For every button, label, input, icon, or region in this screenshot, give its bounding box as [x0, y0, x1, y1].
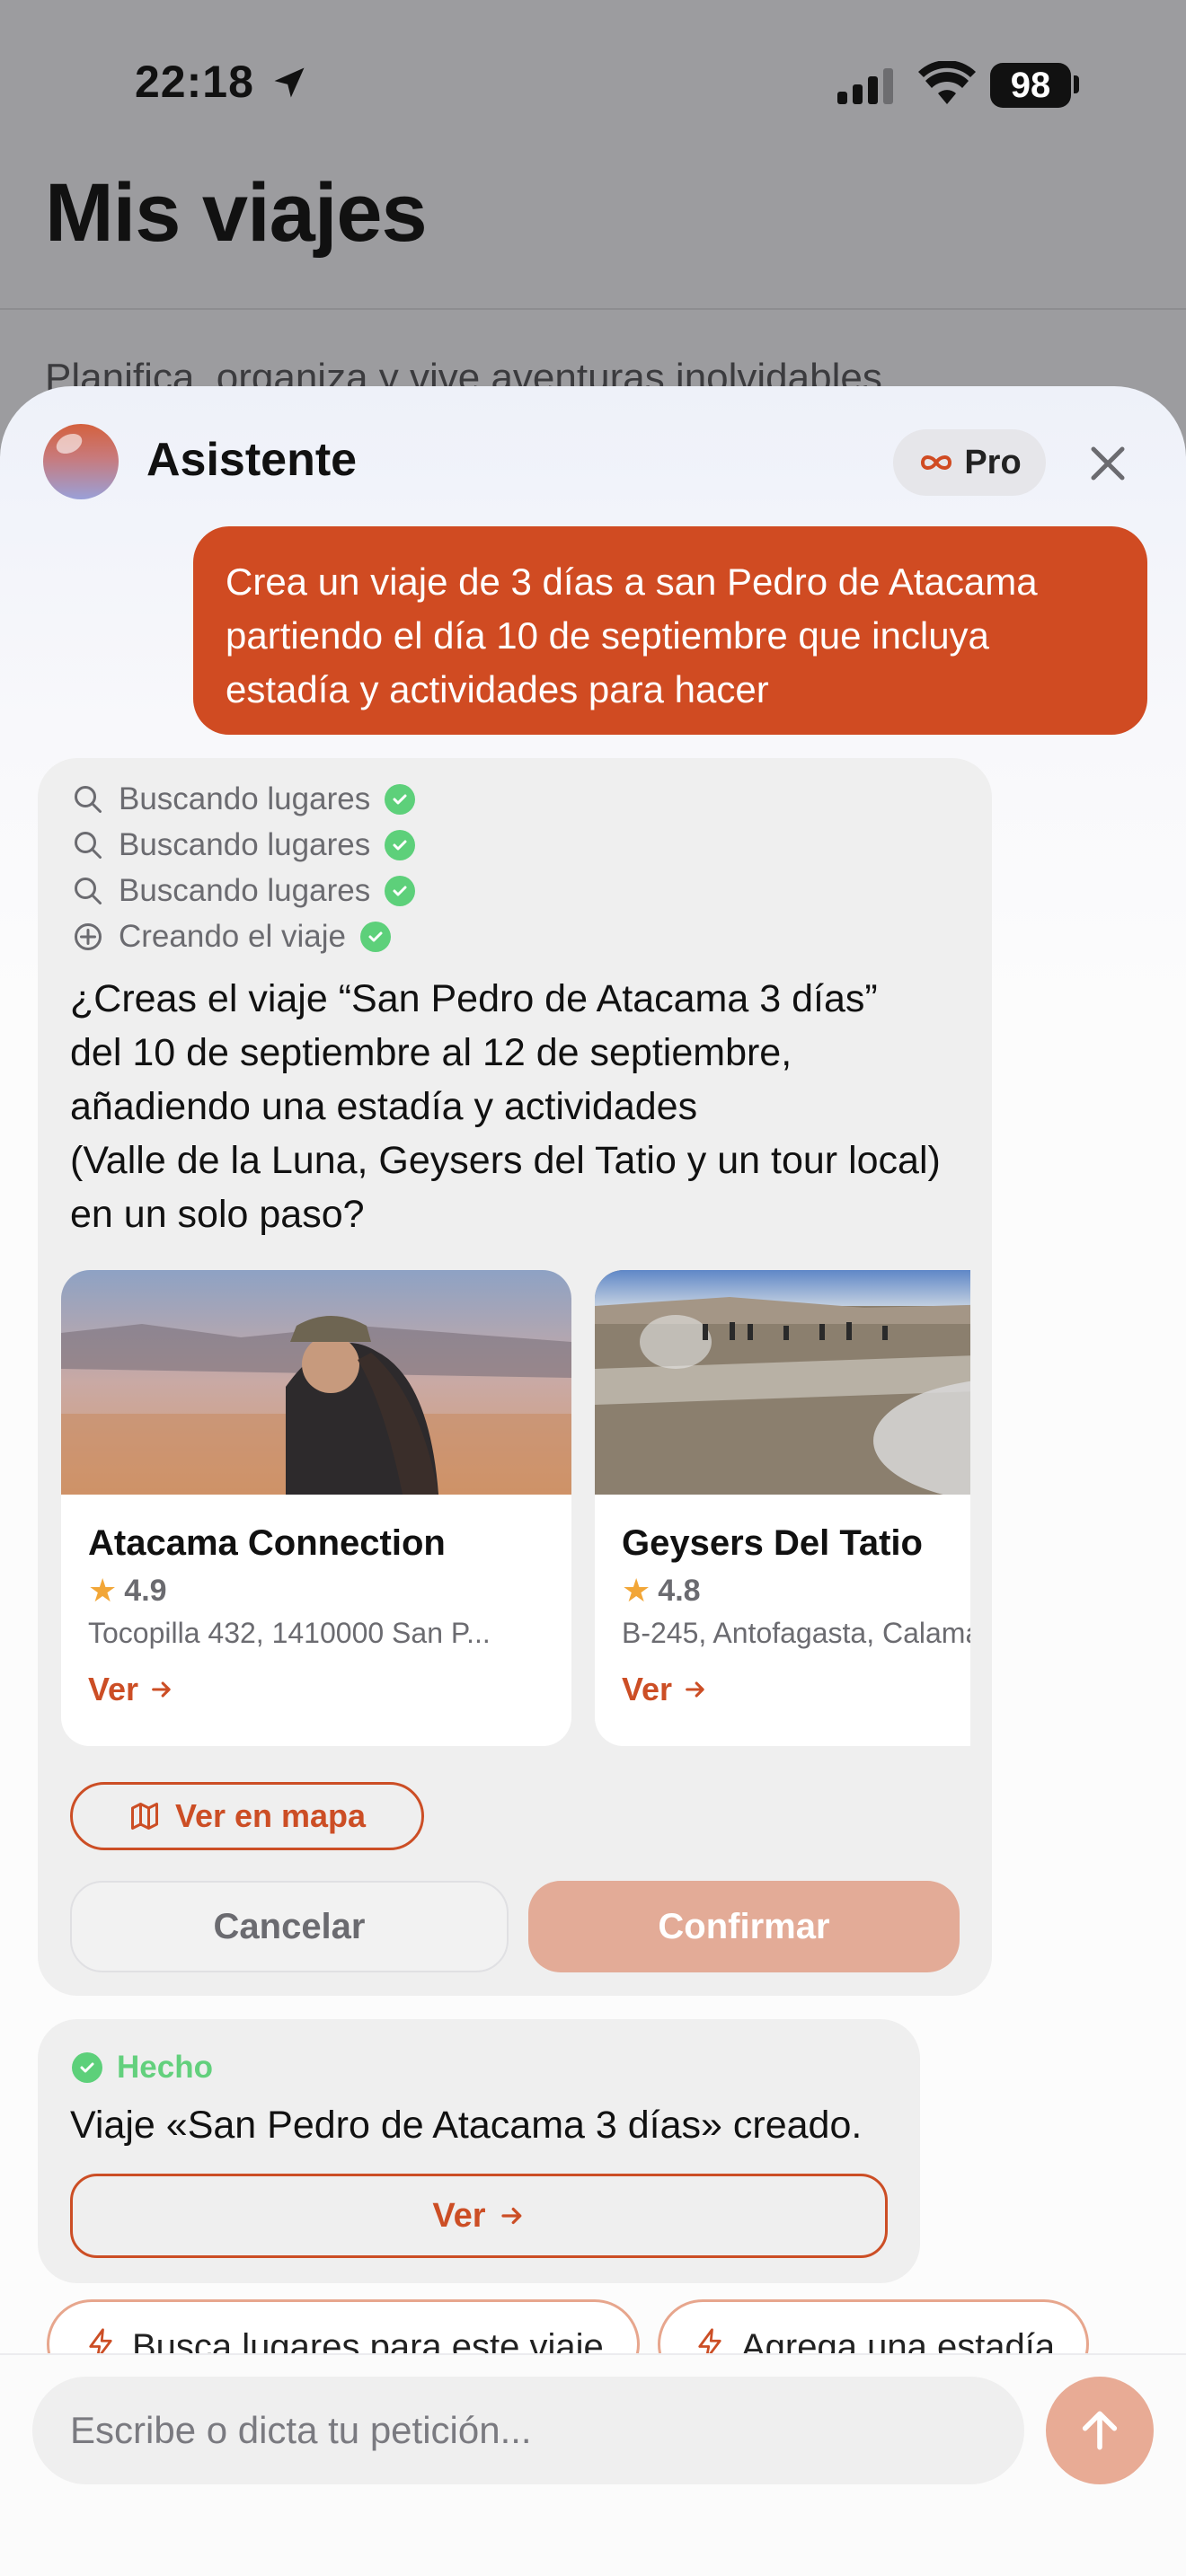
check-icon [359, 922, 391, 952]
question-line: del 10 de septiembre al 12 de septiembre… [70, 1031, 792, 1074]
clock: 22:18 [135, 57, 254, 107]
page-title: Mis viajes [45, 167, 428, 259]
step-item: Creando el viaje [72, 919, 391, 955]
place-photo [595, 1270, 970, 1495]
arrow-right-icon [686, 1681, 704, 1698]
map-icon [130, 1803, 158, 1830]
place-rating: ★ 4.8 [622, 1572, 701, 1610]
cellular-signal-icon [837, 68, 893, 104]
question-line: añadiendo una estadía y actividades [70, 1085, 698, 1128]
search-icon [75, 832, 102, 859]
place-card[interactable]: Geysers Del Tatio ★ 4.8 B-245, Antofagas… [595, 1270, 970, 1746]
confirm-button[interactable]: Confirmar [528, 1881, 960, 1972]
arrow-right-icon [152, 1681, 171, 1698]
assistant-sheet: Asistente Pro Crea un viaje de 3 días a … [0, 386, 1186, 2576]
question-line: en un solo paso? [70, 1193, 365, 1236]
link-label: Ver [622, 1671, 673, 1707]
place-address: B-245, Antofagasta, Calama [622, 1617, 970, 1649]
view-trip-label: Ver [432, 2196, 486, 2235]
suggestion-chip[interactable]: Busca lugares para este viaje [47, 2299, 640, 2353]
message-input[interactable]: Escribe o dicta tu petición... [32, 2377, 1024, 2484]
chip-label: Agrega una estadía [741, 2327, 1056, 2353]
battery-cap [1074, 75, 1079, 93]
step-item: Buscando lugares [72, 781, 416, 817]
done-card: Hecho Viaje «San Pedro de Atacama 3 días… [38, 2019, 920, 2283]
send-button[interactable] [1046, 2377, 1154, 2484]
place-cards-carousel[interactable]: Atacama Connection ★ 4.9 Tocopilla 432, … [61, 1270, 970, 1755]
confirmation-question: ¿Creas el viaje “San Pedro de Atacama 3 … [70, 972, 969, 1241]
place-address: Tocopilla 432, 1410000 San P... [88, 1617, 491, 1649]
place-card[interactable]: Atacama Connection ★ 4.9 Tocopilla 432, … [61, 1270, 571, 1746]
check-icon [385, 784, 416, 815]
place-rating: ★ 4.9 [88, 1572, 167, 1610]
done-status: Hecho [72, 2050, 213, 2086]
wifi-icon [918, 61, 976, 104]
check-icon [385, 830, 416, 860]
plus-circle-icon [75, 923, 102, 950]
link-label: Ver [88, 1671, 139, 1707]
cancel-button[interactable]: Cancelar [70, 1881, 509, 1972]
bolt-icon [698, 2328, 721, 2353]
view-trip-button[interactable]: Ver [70, 2174, 888, 2258]
place-view-link[interactable]: Ver [88, 1671, 174, 1708]
check-icon [385, 876, 416, 906]
sheet-title: Asistente [146, 434, 358, 486]
divider [0, 308, 1186, 310]
step-label: Buscando lugares [119, 873, 371, 908]
chip-label: Busca lugares para este viaje [132, 2327, 604, 2353]
star-icon: ★ [622, 1572, 651, 1609]
bolt-icon [89, 2328, 112, 2353]
suggestion-chip[interactable]: Agrega una estadía [658, 2299, 1089, 2353]
battery-indicator: 98 [990, 63, 1071, 108]
step-item: Buscando lugares [72, 873, 416, 909]
pro-badge[interactable]: Pro [893, 429, 1046, 496]
user-message-bubble: Crea un viaje de 3 días a san Pedro de A… [193, 526, 1147, 735]
map-button-label: Ver en mapa [174, 1797, 367, 1834]
view-map-button[interactable]: Ver en mapa [70, 1782, 424, 1850]
arrow-right-icon [500, 2207, 521, 2225]
place-name: Geysers Del Tatio [622, 1523, 923, 1563]
place-photo [61, 1270, 571, 1495]
done-status-label: Hecho [117, 2050, 213, 2085]
star-icon: ★ [88, 1572, 118, 1609]
question-line: ¿Creas el viaje “San Pedro de Atacama 3 … [70, 977, 878, 1020]
arrow-up-icon [1082, 2411, 1118, 2450]
assistant-response-card: Buscando lugares Buscando lugares Buscan… [38, 758, 992, 1996]
search-icon [75, 878, 102, 904]
pro-label: Pro [964, 443, 1022, 481]
search-icon [75, 786, 102, 813]
composer-bar: Escribe o dicta tu petición... [0, 2353, 1186, 2576]
close-button[interactable] [1083, 438, 1133, 489]
infinity-icon [921, 455, 952, 470]
rating-value: 4.8 [658, 1573, 701, 1608]
step-item: Buscando lugares [72, 827, 416, 863]
step-label: Buscando lugares [119, 781, 371, 816]
suggestion-chips: Busca lugares para este viaje Agrega una… [47, 2299, 1186, 2353]
step-label: Creando el viaje [119, 919, 346, 954]
location-arrow-icon [274, 67, 305, 98]
done-message: Viaje «San Pedro de Atacama 3 días» crea… [70, 2104, 863, 2147]
assistant-avatar [43, 424, 119, 499]
close-icon [1091, 446, 1125, 481]
question-line: (Valle de la Luna, Geysers del Tatio y u… [70, 1139, 941, 1182]
step-label: Buscando lugares [119, 827, 371, 862]
place-name: Atacama Connection [88, 1523, 446, 1563]
rating-value: 4.9 [124, 1573, 167, 1608]
check-circle-icon [72, 2052, 102, 2083]
place-view-link[interactable]: Ver [622, 1671, 708, 1708]
status-bar: 22:18 98 [0, 0, 1186, 171]
